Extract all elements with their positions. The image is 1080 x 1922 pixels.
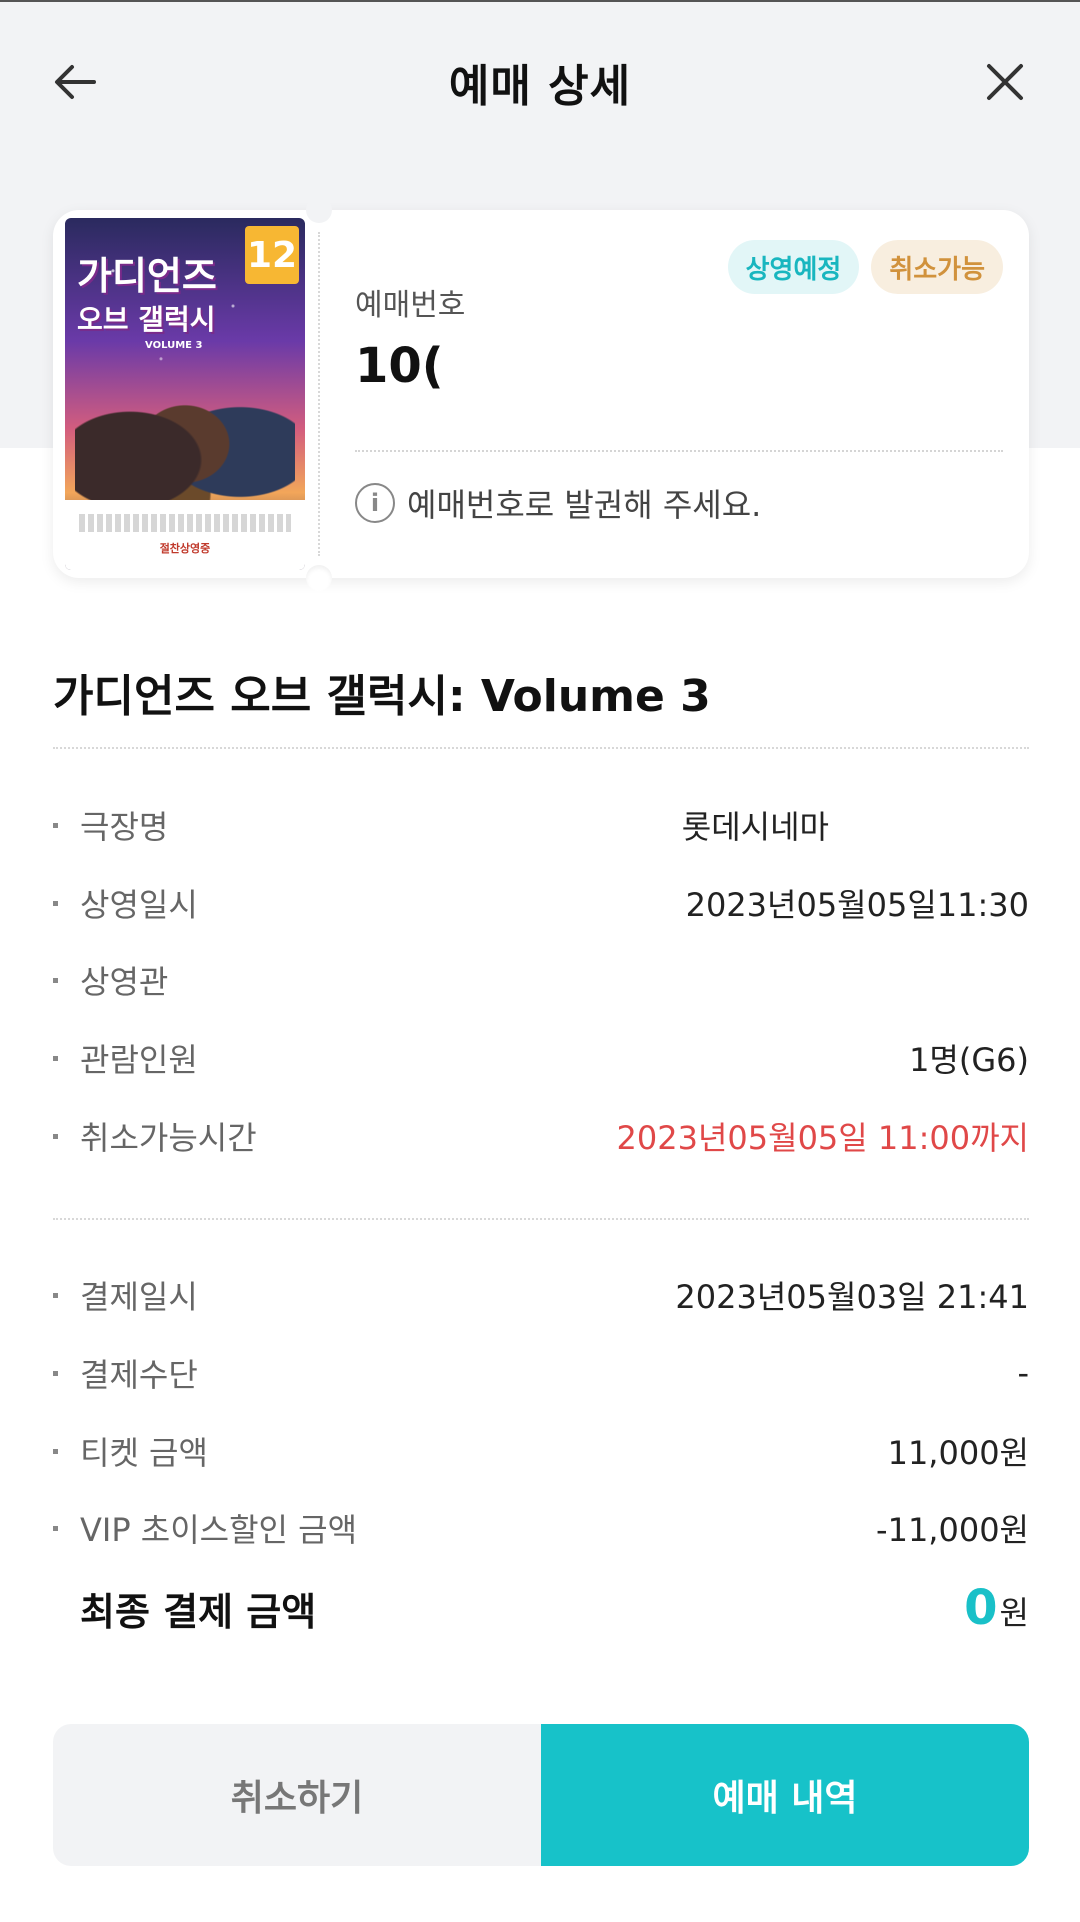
ticket-perforation xyxy=(318,232,320,556)
divider xyxy=(53,1218,1029,1220)
cancel-button[interactable]: 취소하기 xyxy=(53,1724,541,1866)
detail-row-cancel-deadline: 취소가능시간 2023년05월05일 11:00까지 xyxy=(53,1111,1029,1161)
age-rating-badge: 12 xyxy=(245,226,299,284)
page-title: 예매 상세 xyxy=(448,61,632,112)
poster-title: 가디언즈 오브 갤럭시 xyxy=(77,254,217,336)
poster-artwork xyxy=(75,348,295,508)
final-payment: 최종 결제 금액 0원 xyxy=(80,1580,1029,1636)
booking-history-button[interactable]: 예매 내역 xyxy=(541,1724,1029,1866)
close-icon xyxy=(987,64,1023,100)
status-badge-cancelable: 취소가능 xyxy=(871,240,1003,294)
detail-row-theater: 극장명 롯데시네마 xyxy=(53,800,1029,850)
final-payment-amount: 0원 xyxy=(964,1580,1029,1636)
movie-poster: 가디언즈 오브 갤럭시 12 VOLUME 3 절찬상영중 xyxy=(65,218,305,570)
action-buttons: 취소하기 예매 내역 xyxy=(53,1724,1029,1866)
poster-release-text: 절찬상영중 xyxy=(159,542,211,555)
detail-row-screen: 상영관 xyxy=(53,955,1029,1005)
ticket-card: 가디언즈 오브 갤럭시 12 VOLUME 3 절찬상영중 상영예정 취소가능 … xyxy=(53,197,1029,591)
close-button[interactable] xyxy=(975,52,1035,112)
header: 예매 상세 xyxy=(0,0,1080,158)
payment-row-vip-discount: VIP 초이스할인 금액 -11,000원 xyxy=(53,1503,1029,1553)
payment-row-method: 결제수단 - xyxy=(53,1348,1029,1398)
booking-number-label: 예매번호 xyxy=(355,288,466,323)
ticket-notch xyxy=(306,565,332,591)
detail-row-audience: 관람인원 1명(G6) xyxy=(53,1033,1029,1083)
divider xyxy=(53,747,1029,749)
detail-row-showtime: 상영일시 2023년05월05일11:30 xyxy=(53,878,1029,928)
booking-number: 10( xyxy=(355,338,444,394)
status-badges: 상영예정 취소가능 xyxy=(727,240,1003,294)
final-payment-label: 최종 결제 금액 xyxy=(80,1590,317,1634)
movie-title: 가디언즈 오브 갤럭시: Volume 3 xyxy=(53,671,711,722)
status-badge-scheduled: 상영예정 xyxy=(727,240,860,294)
info-icon: i xyxy=(355,483,395,523)
ticket-notch xyxy=(306,197,332,223)
payment-row-ticket-price: 티켓 금액 11,000원 xyxy=(53,1426,1029,1476)
payment-row-date: 결제일시 2023년05월03일 21:41 xyxy=(53,1270,1029,1320)
booking-detail-screen: 예매 상세 가디언즈 오브 갤럭시 12 VOLUME 3 절찬상영중 상영예정… xyxy=(0,0,1080,1922)
ticket-notice: i 예매번호로 발권해 주세요. xyxy=(355,480,761,526)
divider xyxy=(355,450,1003,452)
